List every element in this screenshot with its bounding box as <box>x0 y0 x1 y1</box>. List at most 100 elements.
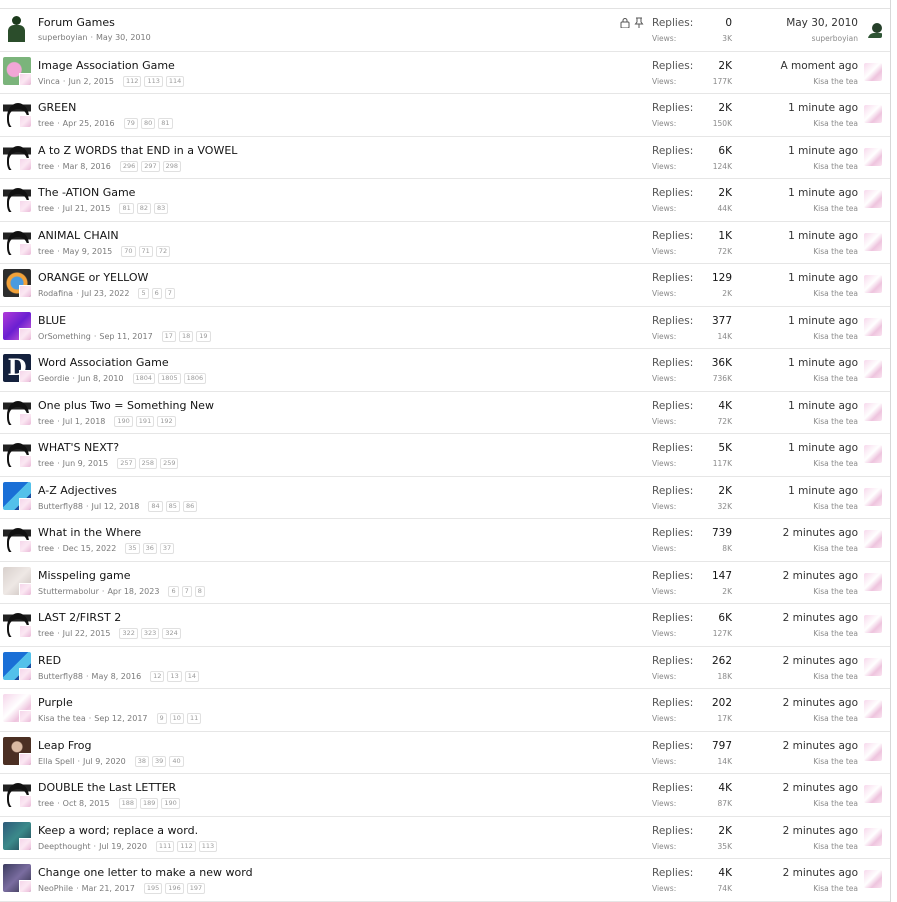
thread-row[interactable]: Image Association Game Vinca · Jun 2, 2015 1… <box>0 52 890 94</box>
last-poster-link[interactable]: Kisa the tea <box>813 204 858 213</box>
page-link[interactable]: 1804 <box>132 373 156 384</box>
last-post-time-link[interactable]: 2 minutes ago <box>783 612 858 624</box>
page-link[interactable]: 13 <box>167 670 182 682</box>
thread-row[interactable]: ORANGE or YELLOW Rodafina · Jul 23, 2022 5 6 7… <box>0 264 890 307</box>
page-link[interactable]: 35 <box>125 543 140 554</box>
thread-row[interactable]: Leap Frog Ella Spell · Jul 9, 2020 38 39 40 Rep… <box>0 732 890 774</box>
last-poster-link[interactable]: Kisa the tea <box>813 247 858 256</box>
last-poster-link[interactable]: Kisa the tea <box>813 757 858 766</box>
thread-author-link[interactable]: Butterfly88 <box>38 672 83 681</box>
thread-author-link[interactable]: Geordie <box>38 374 69 383</box>
last-post-time-link[interactable]: A moment ago <box>781 60 859 72</box>
thread-author-link[interactable]: Butterfly88 <box>38 502 83 511</box>
last-poster-avatar[interactable] <box>864 232 882 251</box>
thread-title-link[interactable]: What in the Where <box>38 526 141 539</box>
page-link[interactable]: 10 <box>169 713 184 724</box>
last-poster-link[interactable]: Kisa the tea <box>813 162 858 171</box>
page-link[interactable]: 38 <box>134 755 150 767</box>
page-link[interactable]: 37 <box>159 543 175 554</box>
last-poster-avatar[interactable] <box>864 530 882 548</box>
last-poster-avatar[interactable] <box>864 445 882 463</box>
thread-row[interactable]: A-Z Adjectives Butterfly88 · Jul 12, 2018 84… <box>0 477 890 519</box>
last-poster-avatar[interactable] <box>864 742 882 761</box>
last-poster-link[interactable]: Kisa the tea <box>813 714 858 723</box>
page-link[interactable]: 83 <box>154 203 169 214</box>
page-link[interactable]: 113 <box>144 75 163 87</box>
thread-title-link[interactable]: One plus Two = Something New <box>38 399 214 412</box>
thread-author-link[interactable]: Vinca <box>38 77 60 86</box>
last-poster-avatar[interactable] <box>864 615 882 633</box>
last-poster-avatar[interactable] <box>864 785 882 803</box>
thread-author-link[interactable]: tree <box>38 544 54 553</box>
author-avatar[interactable] <box>3 439 31 467</box>
page-link[interactable]: 188 <box>118 798 137 809</box>
last-poster-link[interactable]: Kisa the tea <box>813 587 858 596</box>
last-poster-link[interactable]: Kisa the tea <box>813 629 858 638</box>
last-poster-avatar[interactable] <box>864 62 882 81</box>
thread-author-link[interactable]: tree <box>38 204 54 213</box>
page-link[interactable]: 324 <box>162 628 181 639</box>
last-poster-link[interactable]: Kisa the tea <box>813 799 858 808</box>
thread-row[interactable]: One plus Two = Something New tree · Jul 1, … <box>0 392 890 434</box>
page-link[interactable]: 81 <box>158 118 173 129</box>
thread-title-link[interactable]: BLUE <box>38 314 66 327</box>
page-link[interactable]: 82 <box>136 203 152 214</box>
author-avatar[interactable] <box>3 864 31 892</box>
last-post-time-link[interactable]: 2 minutes ago <box>783 782 858 794</box>
page-link[interactable]: 322 <box>119 628 138 639</box>
author-avatar[interactable] <box>3 269 31 297</box>
last-poster-avatar[interactable] <box>864 870 882 888</box>
page-link[interactable]: 296 <box>119 160 139 172</box>
last-post-time-link[interactable]: 1 minute ago <box>788 485 858 497</box>
page-link[interactable]: 70 <box>121 245 136 257</box>
last-poster-avatar[interactable] <box>864 275 882 293</box>
last-post-time-link[interactable]: 1 minute ago <box>788 315 858 327</box>
thread-title-link[interactable]: The -ATION Game <box>38 186 135 199</box>
thread-title-link[interactable]: RED <box>38 654 61 667</box>
thread-title-link[interactable]: DOUBLE the Last LETTER <box>38 781 176 794</box>
thread-title-link[interactable]: Forum Games <box>38 16 115 29</box>
thread-title-link[interactable]: ANIMAL CHAIN <box>38 229 119 242</box>
last-poster-link[interactable]: Kisa the tea <box>813 842 858 851</box>
page-link[interactable]: 195 <box>143 883 163 894</box>
author-avatar[interactable] <box>3 99 31 127</box>
thread-row[interactable]: Forum Games superboyian · May 30, 2010 Repli… <box>0 9 890 52</box>
thread-title-link[interactable]: Word Association Game <box>38 356 169 369</box>
last-post-time-link[interactable]: 2 minutes ago <box>783 825 858 837</box>
thread-row[interactable]: RED Butterfly88 · May 8, 2016 12 13 14 Replies:… <box>0 647 890 689</box>
page-link[interactable]: 114 <box>165 75 185 87</box>
page-link[interactable]: 12 <box>150 670 165 682</box>
author-avatar[interactable] <box>3 14 31 42</box>
author-avatar[interactable] <box>3 821 31 850</box>
author-avatar[interactable] <box>3 56 31 85</box>
page-link[interactable]: 192 <box>157 415 176 427</box>
last-post-time-link[interactable]: 2 minutes ago <box>783 697 858 709</box>
author-avatar[interactable] <box>3 226 31 255</box>
thread-row[interactable]: Misspeling game Stuttermabolur · Apr 18, 20… <box>0 562 890 604</box>
thread-author-link[interactable]: Stuttermabolur <box>38 587 99 596</box>
last-poster-avatar[interactable] <box>864 827 882 846</box>
thread-author-link[interactable]: OrSomething <box>38 332 91 341</box>
thread-author-link[interactable]: tree <box>38 162 54 171</box>
author-avatar[interactable] <box>3 609 31 637</box>
page-link[interactable]: 85 <box>165 500 180 512</box>
last-poster-avatar[interactable] <box>864 147 882 166</box>
last-post-time-link[interactable]: 2 minutes ago <box>783 655 858 667</box>
last-poster-link[interactable]: Kisa the tea <box>813 77 858 86</box>
last-post-time-link[interactable]: 1 minute ago <box>788 272 858 284</box>
thread-author-link[interactable]: NeoPhile <box>38 884 73 893</box>
last-poster-avatar[interactable] <box>864 487 882 506</box>
page-link[interactable]: 39 <box>152 755 167 767</box>
last-post-time-link[interactable]: 1 minute ago <box>788 145 858 157</box>
thread-row[interactable]: A to Z WORDS that END in a VOWEL tree · Mar… <box>0 137 890 179</box>
page-link[interactable]: 257 <box>117 458 136 469</box>
thread-author-link[interactable]: Ella Spell <box>38 757 74 766</box>
thread-title-link[interactable]: GREEN <box>38 101 76 114</box>
last-poster-link[interactable]: Kisa the tea <box>813 502 858 511</box>
page-link[interactable]: 8 <box>194 585 205 597</box>
thread-row[interactable]: WHAT'S NEXT? tree · Jun 9, 2015 257 258 259 Rep… <box>0 434 890 477</box>
last-post-time-link[interactable]: May 30, 2010 <box>786 17 858 29</box>
thread-author-link[interactable]: tree <box>38 629 54 638</box>
thread-author-link[interactable]: tree <box>38 459 54 468</box>
author-avatar[interactable] <box>3 396 31 425</box>
